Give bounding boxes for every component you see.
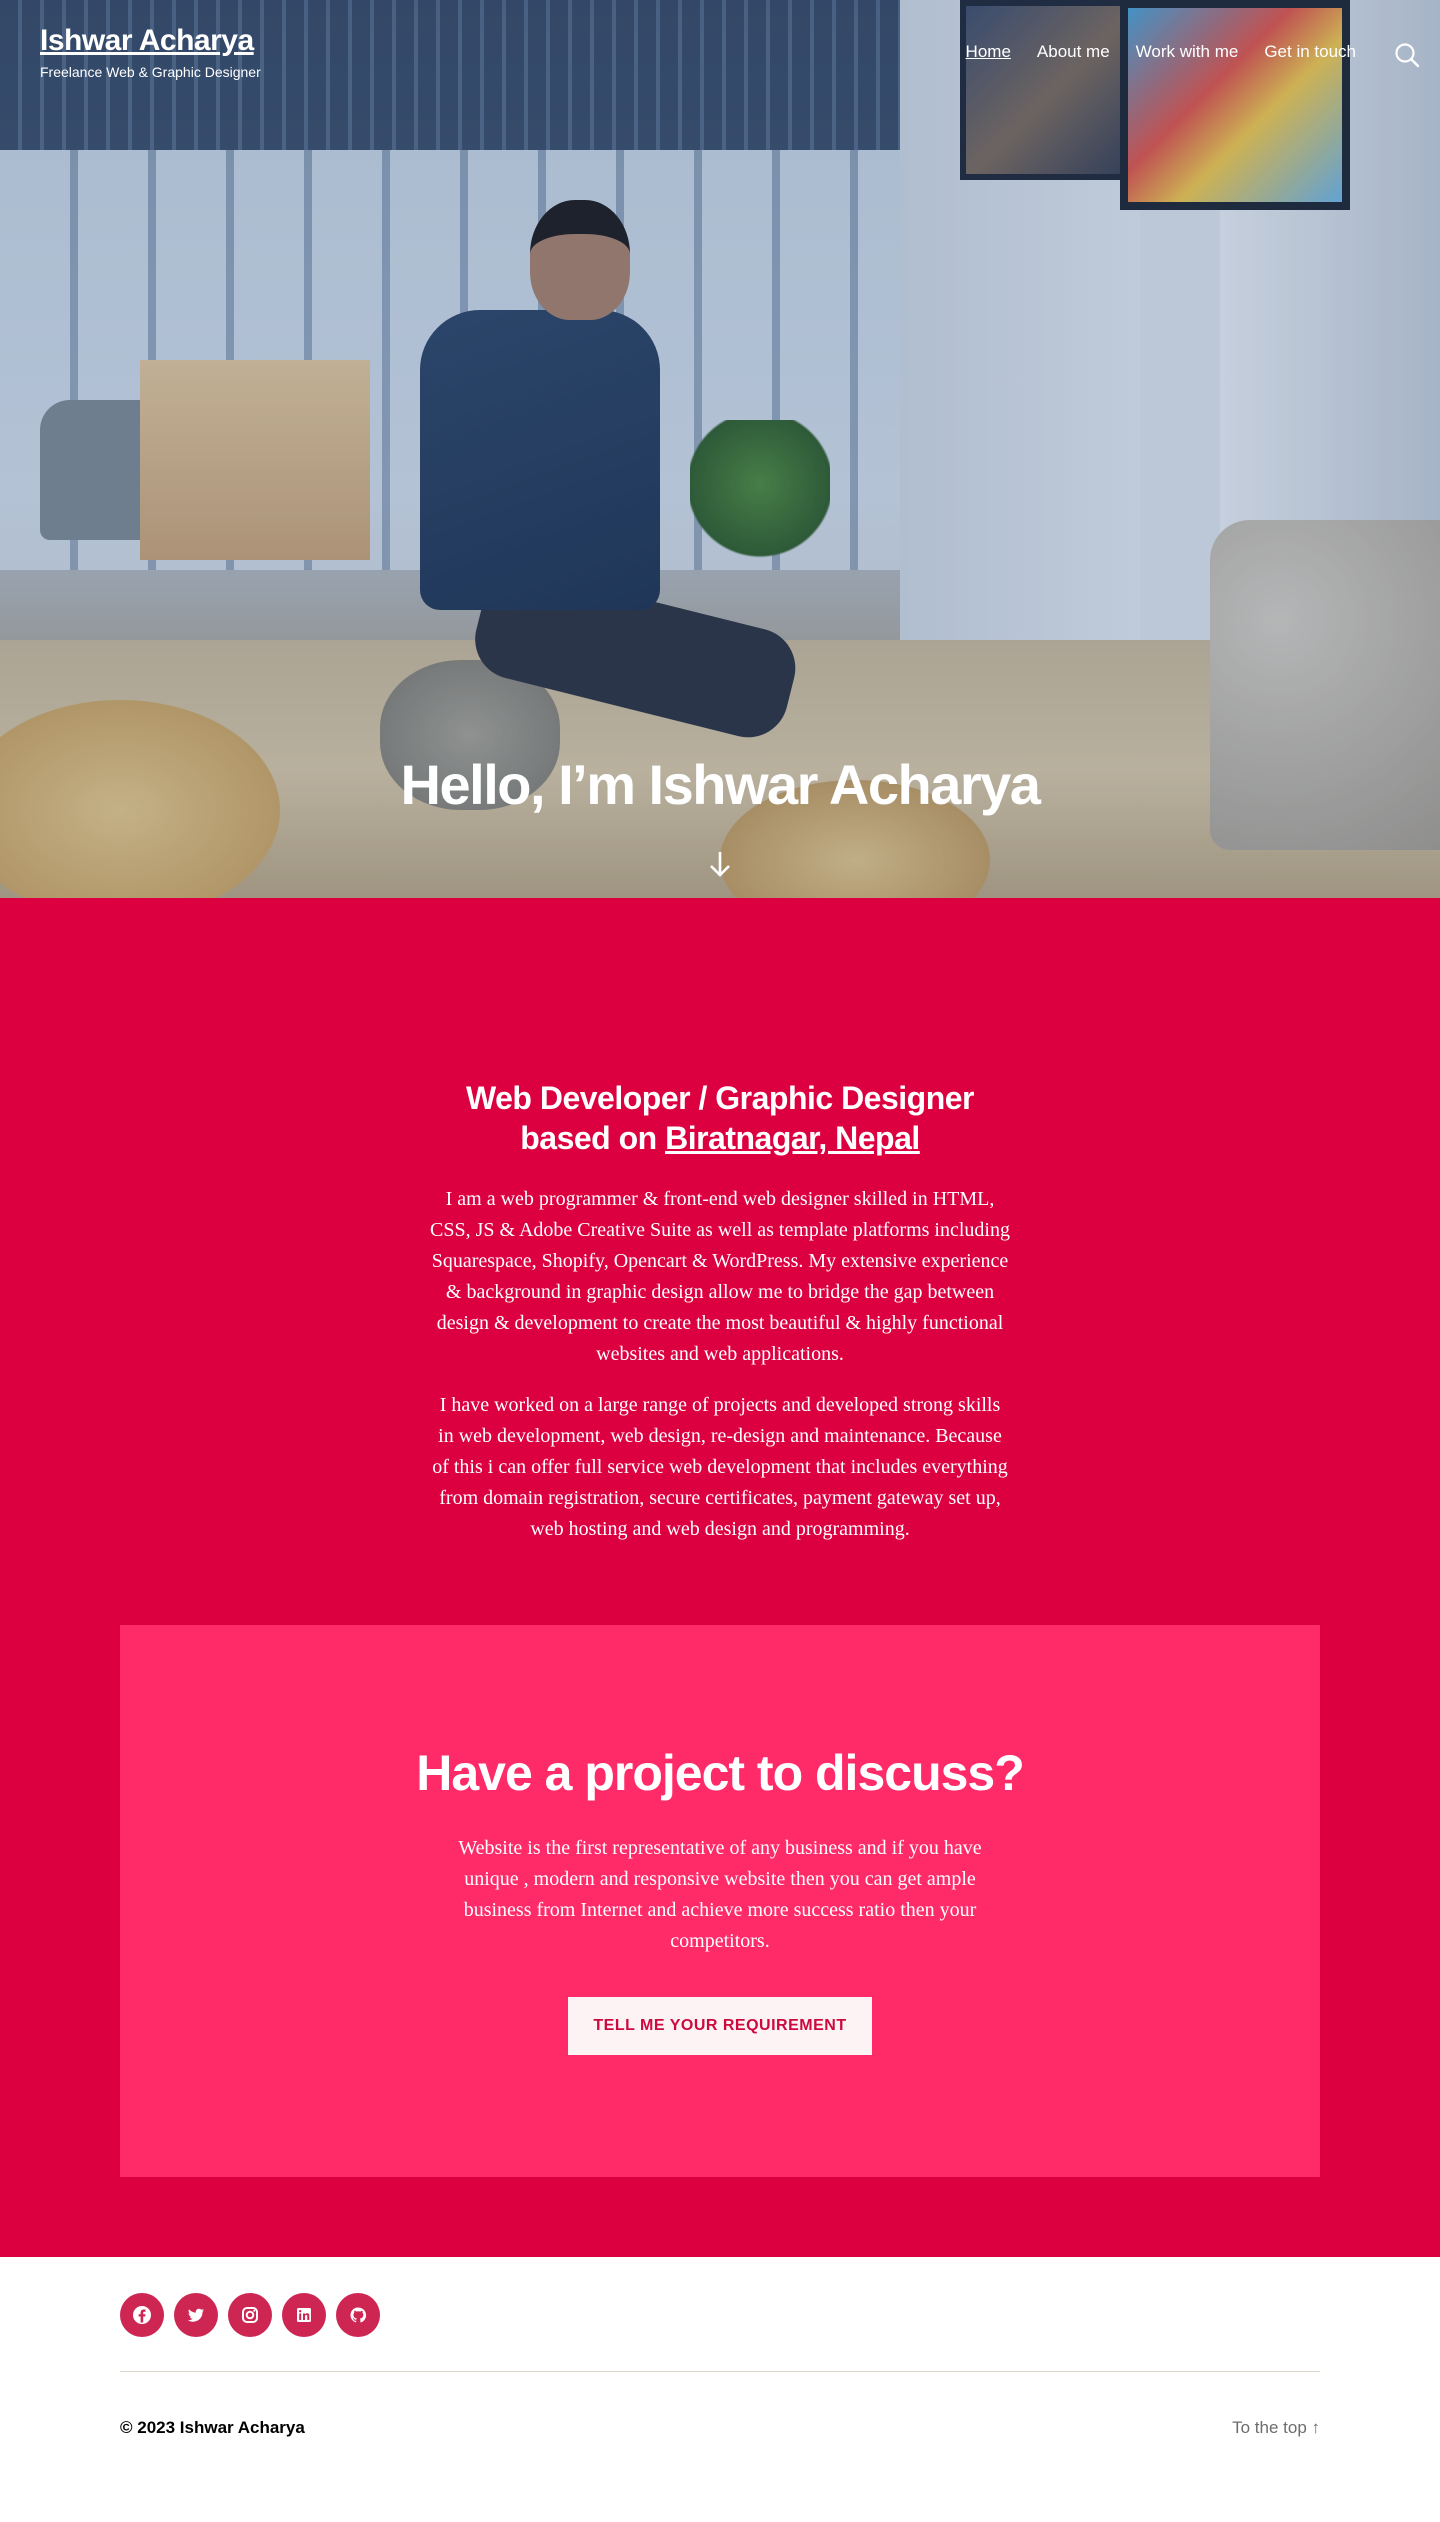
facebook-icon[interactable]: [120, 2293, 164, 2337]
twitter-icon[interactable]: [174, 2293, 218, 2337]
site-header: Ishwar Acharya Freelance Web & Graphic D…: [0, 0, 1440, 110]
search-icon[interactable]: [1392, 40, 1422, 70]
instagram-icon[interactable]: [228, 2293, 272, 2337]
arrow-down-icon[interactable]: [706, 848, 734, 880]
cta-title: Have a project to discuss?: [416, 1745, 1025, 1801]
cta-box: Have a project to discuss? Website is th…: [120, 1625, 1320, 2177]
nav-item-get-in-touch[interactable]: Get in touch: [1264, 42, 1356, 62]
nav-item-work-with-me[interactable]: Work with me: [1136, 42, 1239, 62]
social-links: [120, 2293, 1320, 2337]
site-tagline: Freelance Web & Graphic Designer: [40, 64, 261, 80]
requirement-button[interactable]: TELL ME YOUR REQUIREMENT: [568, 1997, 872, 2055]
hero-title: Hello, I’m Ishwar Acharya: [400, 753, 1041, 816]
intro-heading: Web Developer / Graphic Designer based o…: [420, 1078, 1020, 1158]
footer-bottom: © 2023 Ishwar Acharya To the top ↑: [120, 2372, 1320, 2484]
intro-paragraph: I have worked on a large range of projec…: [432, 1394, 1008, 1540]
linkedin-icon[interactable]: [282, 2293, 326, 2337]
cta-section: Have a project to discuss? Website is th…: [0, 1625, 1440, 2257]
github-icon[interactable]: [336, 2293, 380, 2337]
nav-item-home[interactable]: Home: [966, 42, 1011, 62]
site-title[interactable]: Ishwar Acharya: [40, 24, 254, 58]
nav-item-about-me[interactable]: About me: [1037, 42, 1110, 62]
hero-section: Ishwar Acharya Freelance Web & Graphic D…: [0, 0, 1440, 898]
site-footer: © 2023 Ishwar Acharya To the top ↑: [0, 2257, 1440, 2484]
primary-nav: Home About me Work with me Get in touch: [966, 42, 1356, 62]
to-the-top-link[interactable]: To the top ↑: [1232, 2418, 1320, 2438]
intro-paragraph: I am a web programmer & front-end web de…: [430, 1188, 1010, 1365]
cta-text: Website is the first representative of a…: [458, 1837, 982, 1952]
copyright: © 2023 Ishwar Acharya: [120, 2418, 305, 2437]
location-link[interactable]: Biratnagar, Nepal: [665, 1120, 920, 1156]
intro-section: Web Developer / Graphic Designer based o…: [0, 898, 1440, 1625]
